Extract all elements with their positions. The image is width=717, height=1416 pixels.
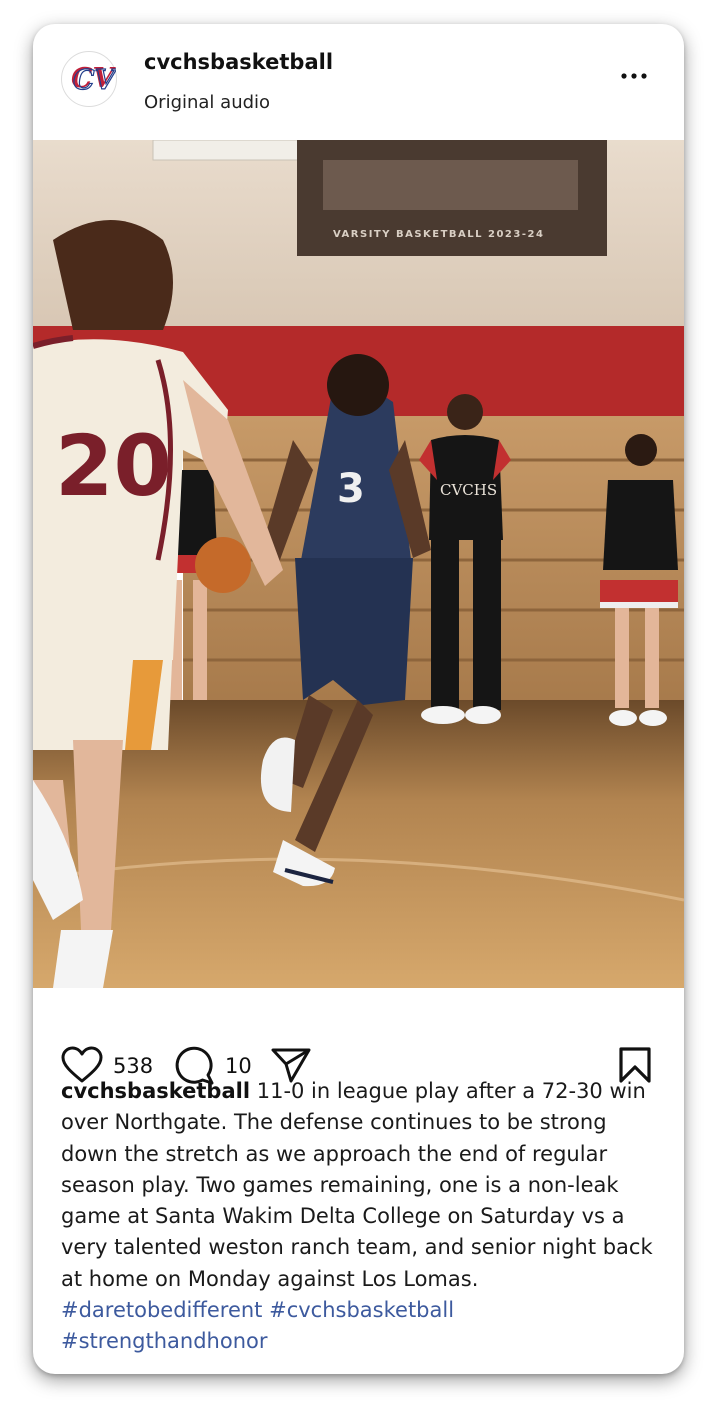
like-count[interactable]: 538: [113, 1054, 153, 1078]
svg-text:3: 3: [337, 466, 365, 512]
caption-username[interactable]: cvchsbasketball: [61, 1079, 250, 1103]
svg-text:20: 20: [55, 417, 172, 515]
instagram-post-card: CV CV cvchsbasketball Original audio VAR…: [33, 24, 684, 1374]
username[interactable]: cvchsbasketball: [144, 50, 333, 74]
caption-text: 11-0 in league play after a 72-30 win ov…: [61, 1079, 653, 1291]
post-actions: 538 10: [33, 988, 684, 1085]
post-header: CV CV cvchsbasketball Original audio: [33, 24, 684, 140]
comment-count[interactable]: 10: [225, 1054, 252, 1078]
cv-logo: CV CV: [71, 63, 116, 97]
svg-text:VARSITY BASKETBALL 2023-24: VARSITY BASKETBALL 2023-24: [333, 229, 544, 240]
audio-label[interactable]: Original audio: [144, 92, 270, 113]
post-media[interactable]: VARSITY BASKETBALL 2023-24 CVCHS 3 20: [33, 140, 684, 988]
hashtag[interactable]: #strengthandhonor: [61, 1329, 268, 1353]
more-horizontal-icon[interactable]: [618, 64, 652, 88]
basketball-photo: VARSITY BASKETBALL 2023-24 CVCHS 3 20: [33, 140, 684, 988]
avatar[interactable]: CV CV: [61, 51, 117, 107]
post-caption: cvchsbasketball 11-0 in league play afte…: [61, 1076, 661, 1358]
svg-text:CVCHS: CVCHS: [440, 481, 497, 499]
svg-text:CV: CV: [73, 65, 116, 96]
hashtag[interactable]: #daretobedifferent: [61, 1298, 262, 1322]
hashtags: #daretobedifferent #cvchsbasketball #str…: [61, 1295, 661, 1358]
hashtag[interactable]: #cvchsbasketball: [269, 1298, 454, 1322]
